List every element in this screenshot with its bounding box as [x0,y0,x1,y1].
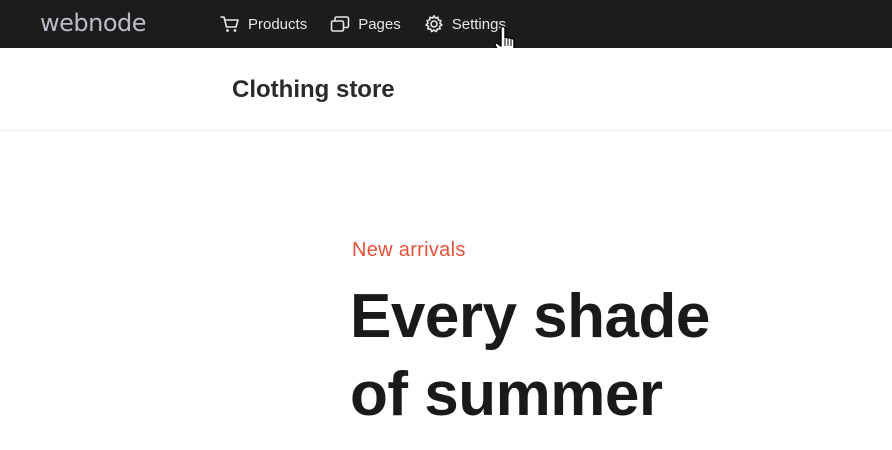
gear-icon [423,14,445,34]
top-nav: Products Pages Settings [219,0,528,48]
nav-pages-button[interactable]: Pages [329,0,401,48]
nav-products-label: Products [248,15,308,33]
nav-products-button[interactable]: Products [219,0,307,48]
top-bar: webnode Products Pages Settings [0,0,892,48]
hero-kicker: New arrivals [352,239,466,261]
webnode-logo[interactable]: webnode [40,9,147,37]
cart-icon [219,14,241,34]
hero-title-line1: Every shade [350,282,710,351]
hero-title: Every shade of summer [350,278,870,434]
store-header: Clothing store [0,48,892,131]
hero-title-line2: of summer [350,360,663,429]
store-name[interactable]: Clothing store [232,76,395,104]
pages-icon [329,14,351,34]
nav-pages-label: Pages [358,15,401,33]
